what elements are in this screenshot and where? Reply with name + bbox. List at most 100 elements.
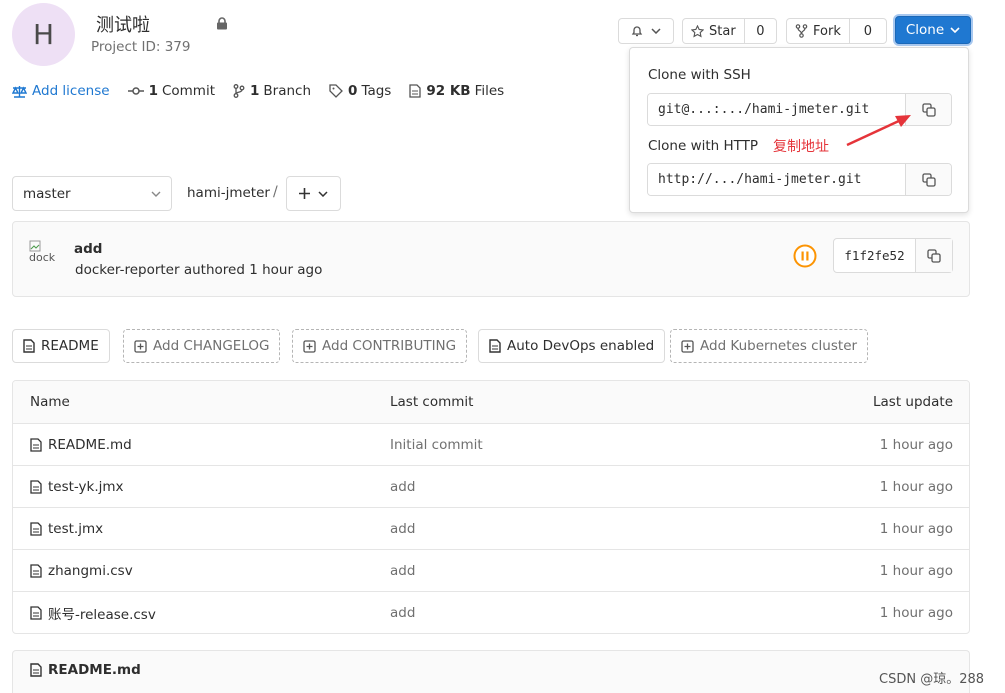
commit-sha[interactable]: f1f2fe52 <box>834 239 916 272</box>
tag-icon <box>329 84 343 98</box>
pipeline-paused-icon[interactable] <box>793 244 817 268</box>
file-last-commit[interactable]: add <box>390 521 415 537</box>
branches-link[interactable]: 1 Branch <box>233 83 311 99</box>
commit-avatar-alt: dock <box>29 251 56 264</box>
chevron-down-icon <box>151 191 161 197</box>
star-button[interactable]: Star 0 <box>682 18 777 44</box>
add-changelog-label: Add CHANGELOG <box>153 338 270 354</box>
file-last-commit[interactable]: add <box>390 563 415 579</box>
tags-label: Tags <box>361 83 392 99</box>
file-icon <box>30 563 42 578</box>
file-icon <box>30 479 42 494</box>
tags-count: 0 <box>348 83 358 99</box>
table-row[interactable]: test-yk.jmx add 1 hour ago <box>13 466 969 508</box>
chevron-down-icon <box>651 28 661 34</box>
table-header: Name Last commit Last update <box>13 381 969 424</box>
chevron-down-icon <box>318 190 328 197</box>
branch-icon <box>233 84 245 98</box>
table-row[interactable]: 账号-release.csv add 1 hour ago <box>13 592 969 633</box>
breadcrumb-separator: / <box>273 184 278 200</box>
commits-count: 1 <box>148 83 158 99</box>
files-size: 92 KB <box>426 83 471 99</box>
file-icon <box>30 437 42 452</box>
auto-devops-label: Auto DevOps enabled <box>507 338 655 354</box>
add-kubernetes-label: Add Kubernetes cluster <box>700 338 858 354</box>
file-icon <box>23 339 35 353</box>
add-file-button[interactable] <box>286 176 341 211</box>
file-last-update: 1 hour ago <box>879 478 953 495</box>
fork-label: Fork <box>813 23 841 39</box>
files-link[interactable]: 92 KB Files <box>409 83 504 99</box>
file-last-update: 1 hour ago <box>879 436 953 453</box>
file-name-cell[interactable]: test.jmx <box>30 521 103 537</box>
header-last-update: Last update <box>873 394 953 410</box>
add-kubernetes-link[interactable]: Add Kubernetes cluster <box>670 329 869 363</box>
add-license-link[interactable]: Add license <box>12 83 110 99</box>
readme-title[interactable]: README.md <box>30 662 141 678</box>
commit-sha-box: f1f2fe52 <box>833 238 953 273</box>
project-id: Project ID: 379 <box>91 39 191 55</box>
file-name-cell[interactable]: test-yk.jmx <box>30 479 124 495</box>
http-url-field[interactable]: http://.../hami-jmeter.git <box>647 163 952 196</box>
fork-button[interactable]: Fork 0 <box>786 18 887 44</box>
commits-label: Commit <box>161 83 215 99</box>
notification-button[interactable] <box>618 18 674 44</box>
file-name-cell[interactable]: zhangmi.csv <box>30 563 133 579</box>
file-icon <box>489 339 501 353</box>
clone-button[interactable]: Clone <box>895 16 971 44</box>
star-count[interactable]: 0 <box>743 19 776 43</box>
file-last-commit[interactable]: Initial commit <box>390 437 483 453</box>
file-icon <box>30 606 42 620</box>
file-tree-table: Name Last commit Last update README.md I… <box>12 380 970 634</box>
project-title[interactable]: 测试啦 <box>96 11 150 37</box>
file-name[interactable]: 账号-release.csv <box>48 603 156 623</box>
file-icon <box>30 663 42 677</box>
copy-icon <box>927 248 941 263</box>
star-icon <box>691 24 704 37</box>
file-name[interactable]: zhangmi.csv <box>48 563 133 579</box>
project-avatar[interactable]: H <box>12 3 75 66</box>
table-row[interactable]: README.md Initial commit 1 hour ago <box>13 424 969 466</box>
table-row[interactable]: zhangmi.csv add 1 hour ago <box>13 550 969 592</box>
plus-icon <box>299 188 310 199</box>
commit-meta: docker-reporter authored 1 hour ago <box>75 262 323 278</box>
readme-link[interactable]: README <box>12 329 110 363</box>
branch-select[interactable]: master <box>12 176 172 211</box>
commit-author-avatar[interactable]: dock <box>29 240 63 274</box>
commit-title[interactable]: add <box>74 241 102 257</box>
file-name-cell[interactable]: 账号-release.csv <box>30 603 156 623</box>
file-icon <box>30 521 42 536</box>
branches-count: 1 <box>250 83 260 99</box>
scale-icon <box>12 85 27 98</box>
table-row[interactable]: test.jmx add 1 hour ago <box>13 508 969 550</box>
tags-link[interactable]: 0 Tags <box>329 83 391 99</box>
copy-sha-button[interactable] <box>916 239 952 272</box>
file-last-update: 1 hour ago <box>879 562 953 579</box>
http-url-value[interactable]: http://.../hami-jmeter.git <box>648 164 905 195</box>
add-contributing-link[interactable]: Add CONTRIBUTING <box>292 329 468 363</box>
file-name[interactable]: test-yk.jmx <box>48 479 124 495</box>
copy-http-button[interactable] <box>905 164 951 195</box>
file-name[interactable]: test.jmx <box>48 521 103 537</box>
file-name[interactable]: README.md <box>48 437 132 453</box>
readme-link-label: README <box>41 338 99 354</box>
breadcrumb-repo[interactable]: hami-jmeter <box>187 185 270 201</box>
fork-icon <box>795 24 808 38</box>
http-label: Clone with HTTP <box>648 138 759 154</box>
commits-link[interactable]: 1 Commit <box>127 83 215 99</box>
project-stats: Add license 1 Commit 1 Branch 0 Tags 92 KB F… <box>12 81 522 101</box>
auto-devops-link[interactable]: Auto DevOps enabled <box>478 329 666 363</box>
file-last-update: 1 hour ago <box>879 605 953 621</box>
header-last-commit: Last commit <box>390 394 474 410</box>
copy-icon <box>921 102 936 117</box>
file-name-cell[interactable]: README.md <box>30 437 132 453</box>
fork-count[interactable]: 0 <box>848 19 886 43</box>
file-last-commit[interactable]: add <box>390 605 415 621</box>
copy-icon <box>921 172 936 187</box>
chevron-down-icon <box>950 27 960 33</box>
file-last-commit[interactable]: add <box>390 479 415 495</box>
header-name: Name <box>30 394 70 410</box>
branch-selected: master <box>23 185 71 202</box>
add-changelog-link[interactable]: Add CHANGELOG <box>123 329 281 363</box>
bell-icon <box>631 26 643 37</box>
